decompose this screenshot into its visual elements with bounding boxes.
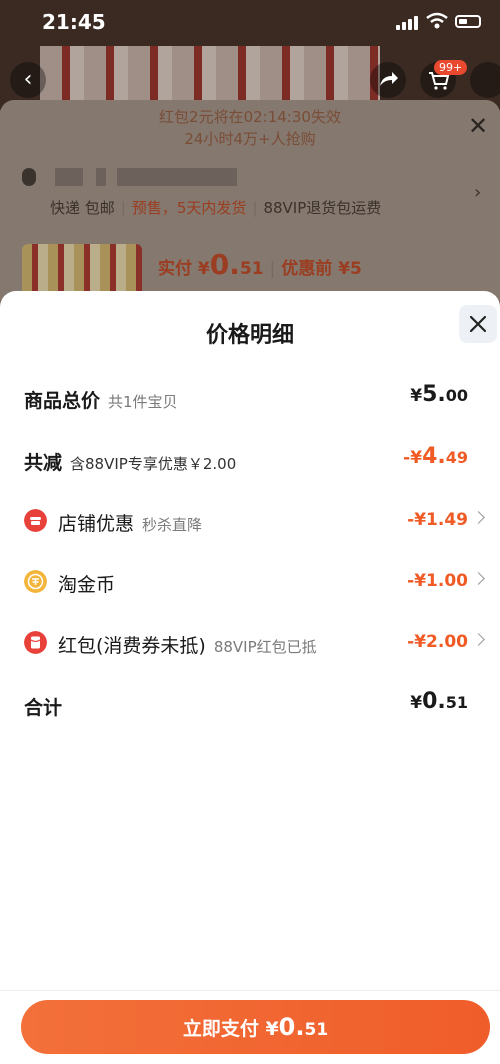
actual-price-dec: 51 — [239, 259, 264, 279]
shipping-chevron-icon[interactable]: › — [474, 182, 481, 203]
battery-icon — [455, 15, 481, 28]
red-packet-value: -¥2.00 — [407, 632, 468, 652]
status-time: 21:45 — [42, 10, 106, 34]
row-grand-total: 合计 ¥0.51 — [0, 685, 500, 725]
item-count: 共1件宝贝 — [108, 393, 178, 411]
shipping-free: 快递 包邮 — [50, 199, 115, 217]
row-taobao-coins[interactable]: 淘金币 -¥1.00 — [0, 562, 500, 602]
back-button[interactable]: ‹ — [10, 62, 46, 98]
close-button[interactable] — [459, 305, 497, 343]
sheet-close-icon[interactable]: ✕ — [468, 112, 488, 140]
wifi-icon — [426, 12, 448, 29]
shop-icon — [24, 509, 47, 532]
coins-value: -¥1.00 — [407, 571, 468, 591]
share-button[interactable] — [370, 62, 406, 98]
product-image-strip — [40, 46, 380, 102]
actual-price: 实付 ¥0.51 | 优惠前 ¥5 — [158, 248, 362, 281]
price-detail-sheet: 价格明细 商品总价 共1件宝贝 ¥5.00 共减 含88VIP专享优惠￥2.00 -… — [0, 291, 500, 1063]
row-total-discount: 共减 含88VIP专享优惠￥2.00 -¥4.49 — [0, 440, 500, 480]
chevron-right-icon — [472, 572, 485, 585]
row-total-price: 商品总价 共1件宝贝 ¥5.00 — [0, 378, 500, 418]
row-label: 商品总价 共1件宝贝 — [24, 390, 178, 412]
vip-discount-note: 含88VIP专享优惠￥2.00 — [70, 455, 237, 473]
pay-now-button[interactable]: 立即支付 ¥0.51 — [21, 1000, 490, 1054]
row-label: 共减 含88VIP专享优惠￥2.00 — [24, 452, 237, 474]
presale-label: 预售，5天内发货 — [131, 199, 247, 217]
red-packet-expiry: 红包2元将在02:14:30失效 — [159, 108, 341, 126]
sheet-title: 价格明细 — [205, 323, 294, 348]
chevron-right-icon — [472, 511, 485, 524]
vip-return: 88VIP退货包运费 — [263, 199, 382, 217]
cart-badge: 99+ — [434, 60, 468, 75]
shop-discount-value: -¥1.49 — [407, 510, 468, 530]
red-packet-icon — [24, 631, 47, 654]
row-label: 淘金币 — [58, 574, 116, 596]
more-button[interactable] — [470, 62, 500, 98]
cart-button[interactable]: 99+ — [420, 60, 468, 98]
row-red-packet[interactable]: 红包(消费券未抵) 88VIP红包已抵 -¥2.00 — [0, 623, 500, 663]
close-icon — [469, 315, 487, 333]
chevron-right-icon — [472, 633, 485, 646]
shipping-info: 快递 包邮 | 预售，5天内发货 | 88VIP退货包运费 — [50, 199, 382, 217]
actual-price-prefix: 实付 ¥ — [158, 259, 210, 279]
actual-price-int: 0. — [209, 248, 240, 281]
row-label: 合计 — [24, 697, 63, 719]
purchase-count: 24小时4万+人抢购 — [184, 130, 316, 148]
share-icon — [380, 72, 398, 86]
promo-banner: 红包2元将在02:14:30失效 24小时4万+人抢购 — [0, 100, 500, 152]
row-label: 店铺优惠 秒杀直降 — [58, 513, 203, 535]
vip-red-packet-note: 88VIP红包已抵 — [213, 638, 317, 656]
pay-amount-dec: 51 — [304, 1020, 329, 1040]
coin-icon — [24, 570, 47, 593]
shop-name-blurred — [22, 166, 242, 186]
status-bar: 21:45 — [0, 0, 500, 46]
total-discount-value: -¥4.49 — [403, 444, 468, 469]
signal-icon — [396, 16, 418, 30]
price-before-discount: 优惠前 ¥5 — [281, 259, 362, 279]
pay-label: 立即支付 ¥ — [182, 1018, 279, 1040]
row-label: 红包(消费券未抵) 88VIP红包已抵 — [58, 635, 317, 657]
total-price-value: ¥5.00 — [410, 382, 468, 407]
row-shop-discount[interactable]: 店铺优惠 秒杀直降 -¥1.49 — [0, 501, 500, 541]
grand-total-value: ¥0.51 — [410, 689, 468, 714]
flash-sale-note: 秒杀直降 — [142, 516, 203, 534]
pay-amount-int: 0. — [278, 1013, 305, 1041]
